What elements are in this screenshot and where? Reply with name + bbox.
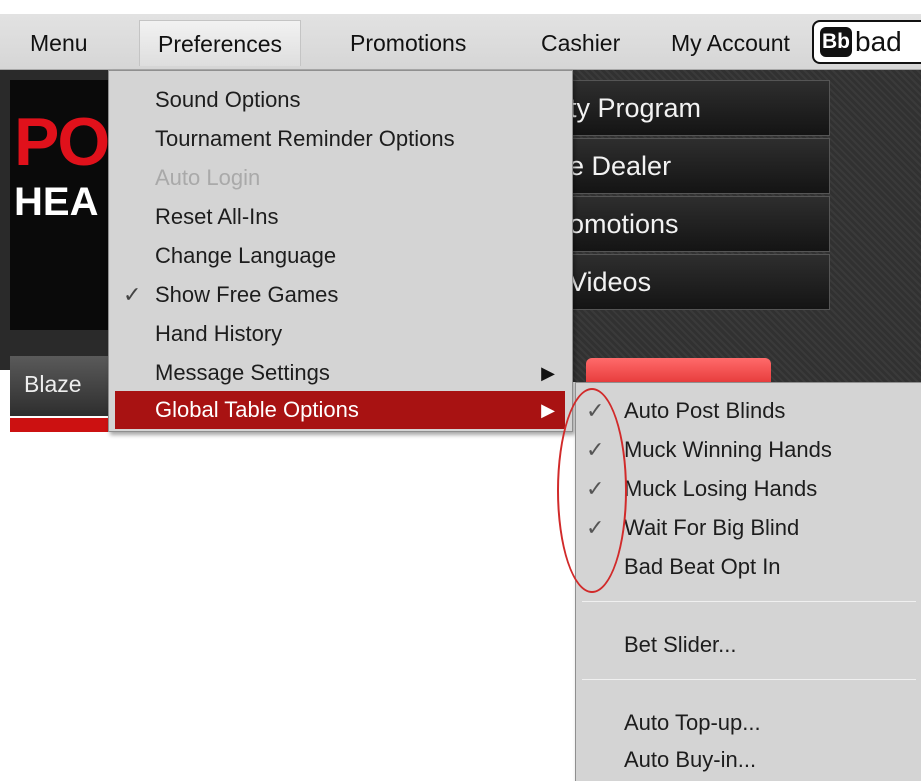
menu-item-label: Bad Beat Opt In: [624, 554, 781, 579]
menu-item-label: Auto Post Blinds: [624, 398, 786, 423]
bodog-logo: Bb bad: [812, 20, 921, 64]
menu-preferences[interactable]: Preferences: [139, 20, 302, 66]
menu-item-label: Auto Buy-in...: [624, 747, 757, 772]
menu-item-muck-winning-hands[interactable]: ✓ Muck Winning Hands: [576, 431, 921, 469]
preferences-menu: Sound Options Tournament Reminder Option…: [108, 70, 573, 432]
menu-item-auto-login: Auto Login: [115, 159, 565, 197]
menu-item-wait-for-big-blind[interactable]: ✓ Wait For Big Blind: [576, 509, 921, 547]
menu-promotions[interactable]: Promotions: [350, 20, 466, 66]
banner-title-red: PO: [14, 104, 110, 180]
menu-item-label: Auto Top-up...: [624, 710, 761, 735]
menu-my-account[interactable]: My Account: [671, 20, 790, 66]
submenu-arrow-icon: ▶: [541, 363, 555, 383]
menu-item-label: Sound Options: [155, 87, 301, 112]
checkmark-icon: ✓: [123, 282, 142, 307]
menu-item-bad-beat-opt-in[interactable]: Bad Beat Opt In: [576, 548, 921, 586]
promotions-button[interactable]: omotions: [548, 196, 830, 252]
menu-item-auto-top-up[interactable]: Auto Top-up...: [576, 704, 921, 742]
videos-button[interactable]: Videos: [548, 254, 830, 310]
menu-item-label: Change Language: [155, 243, 337, 268]
poker-banner: PO HEA: [10, 80, 120, 330]
menu-item-label: Message Settings: [155, 360, 330, 385]
menu-item-label: Auto Login: [155, 165, 261, 190]
submenu-arrow-icon: ▶: [541, 400, 555, 420]
menu-item-sound-options[interactable]: Sound Options: [115, 81, 565, 119]
menu-item-label: Bet Slider...: [624, 632, 737, 657]
menu-item-label: Reset All-Ins: [155, 204, 279, 229]
menu-item-muck-losing-hands[interactable]: ✓ Muck Losing Hands: [576, 470, 921, 508]
menu-item-label: Wait For Big Blind: [624, 515, 800, 540]
menu-item-label: Global Table Options: [155, 397, 359, 422]
loyalty-program-button[interactable]: ty Program: [548, 80, 830, 136]
menu-separator: [582, 601, 916, 602]
menu-menu[interactable]: Menu: [30, 20, 88, 66]
annotation-ellipse: [557, 388, 627, 593]
menu-item-auto-buy-in[interactable]: Auto Buy-in...: [576, 741, 921, 779]
menu-item-tournament-reminder-options[interactable]: Tournament Reminder Options: [115, 120, 565, 158]
menu-item-auto-post-blinds[interactable]: ✓ Auto Post Blinds: [576, 392, 921, 430]
logo-mark-icon: Bb: [820, 27, 852, 57]
menu-item-message-settings[interactable]: Message Settings ▶: [115, 354, 565, 392]
menu-item-bet-slider[interactable]: Bet Slider...: [576, 626, 921, 664]
menu-separator: [582, 679, 916, 680]
menu-item-label: Show Free Games: [155, 282, 339, 307]
menu-item-reset-all-ins[interactable]: Reset All-Ins: [115, 198, 565, 236]
menu-item-show-free-games[interactable]: ✓ Show Free Games: [115, 276, 565, 314]
live-dealer-button[interactable]: e Dealer: [548, 138, 830, 194]
global-table-options-submenu: ✓ Auto Post Blinds ✓ Muck Winning Hands …: [575, 382, 921, 781]
menu-item-label: Muck Winning Hands: [624, 437, 832, 462]
menu-item-hand-history[interactable]: Hand History: [115, 315, 565, 353]
menu-item-change-language[interactable]: Change Language: [115, 237, 565, 275]
logo-text: bad: [855, 26, 902, 57]
menu-item-label: Hand History: [155, 321, 283, 346]
menu-item-global-table-options[interactable]: Global Table Options ▶: [115, 391, 565, 429]
banner-title-white: HEA: [14, 180, 99, 224]
menu-cashier[interactable]: Cashier: [541, 20, 620, 66]
menu-bar: Menu Preferences Promotions Cashier My A…: [0, 0, 921, 70]
tab-underline: [10, 418, 110, 432]
blaze-tab[interactable]: Blaze: [10, 356, 110, 416]
menu-item-label: Muck Losing Hands: [624, 476, 818, 501]
menu-item-label: Tournament Reminder Options: [155, 126, 455, 151]
